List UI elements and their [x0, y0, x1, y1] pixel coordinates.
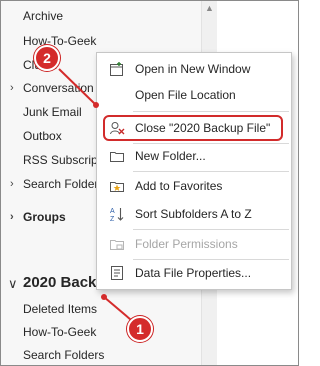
scroll-up-arrow-icon[interactable]: ▲	[205, 3, 214, 13]
menu-item-folder-permissions: Folder Permissions	[97, 232, 291, 256]
folder-label: Outbox	[23, 129, 62, 143]
menu-item-label: Sort Subfolders A to Z	[135, 207, 252, 221]
sort-az-icon: A Z	[110, 208, 124, 222]
context-menu: Open in New Window Open File Location Cl…	[96, 52, 292, 290]
collapse-chevron-icon[interactable]: ∨	[8, 271, 18, 297]
folder-label: Junk Email	[23, 105, 82, 119]
outlook-window: Archive How-To-Geek Clutter › Conversati…	[0, 0, 299, 366]
folder-how-to-geek[interactable]: How-To-Geek	[1, 30, 211, 52]
expand-chevron-icon[interactable]: ›	[10, 206, 14, 228]
menu-separator	[133, 259, 289, 260]
folder-icon	[110, 152, 124, 162]
folder-label: Archive	[23, 9, 64, 23]
svg-text:Z: Z	[110, 216, 115, 222]
menu-item-label: New Folder...	[135, 149, 206, 163]
folder-label: How-To-Geek	[23, 34, 97, 48]
folder-label: How-To-Geek	[23, 325, 97, 339]
svg-text:A: A	[110, 208, 115, 215]
expand-chevron-icon[interactable]: ›	[10, 173, 14, 195]
folder-label: Search Folders	[23, 348, 105, 362]
callout-step-1: 1	[127, 316, 153, 342]
menu-item-new-folder[interactable]: New Folder...	[97, 144, 291, 168]
folder-permissions-icon	[110, 240, 124, 250]
star-folder-icon	[110, 182, 124, 192]
folder-label: Groups	[23, 210, 66, 224]
folder-how-to-geek[interactable]: How-To-Geek	[1, 321, 211, 343]
menu-item-open-file-location[interactable]: Open File Location	[97, 83, 291, 107]
menu-item-add-to-favorites[interactable]: Add to Favorites	[97, 174, 291, 198]
menu-separator	[133, 229, 289, 230]
folder-label: Deleted Items	[23, 302, 98, 316]
callout-step-2: 2	[34, 45, 60, 71]
menu-item-data-file-properties[interactable]: Data File Properties...	[97, 261, 291, 285]
folder-label: Search Folders	[23, 177, 105, 191]
folder-deleted-items[interactable]: Deleted Items	[1, 298, 211, 320]
menu-separator	[133, 171, 289, 172]
folder-archive[interactable]: Archive	[1, 5, 211, 27]
menu-item-sort-subfolders[interactable]: A Z Sort Subfolders A to Z	[97, 202, 291, 226]
folder-search-folders[interactable]: Search Folders	[1, 344, 211, 365]
menu-item-label: Data File Properties...	[135, 266, 252, 280]
menu-item-label: Folder Permissions	[135, 237, 238, 251]
new-window-icon	[110, 62, 123, 76]
menu-item-label: Open File Location	[135, 88, 236, 102]
expand-chevron-icon[interactable]: ›	[10, 77, 14, 99]
menu-separator	[133, 111, 289, 112]
menu-item-label: Add to Favorites	[135, 179, 223, 193]
menu-item-label: Open in New Window	[135, 62, 251, 76]
properties-icon	[111, 266, 123, 280]
highlight-box	[103, 115, 283, 141]
menu-item-open-in-new-window[interactable]: Open in New Window	[97, 57, 291, 81]
